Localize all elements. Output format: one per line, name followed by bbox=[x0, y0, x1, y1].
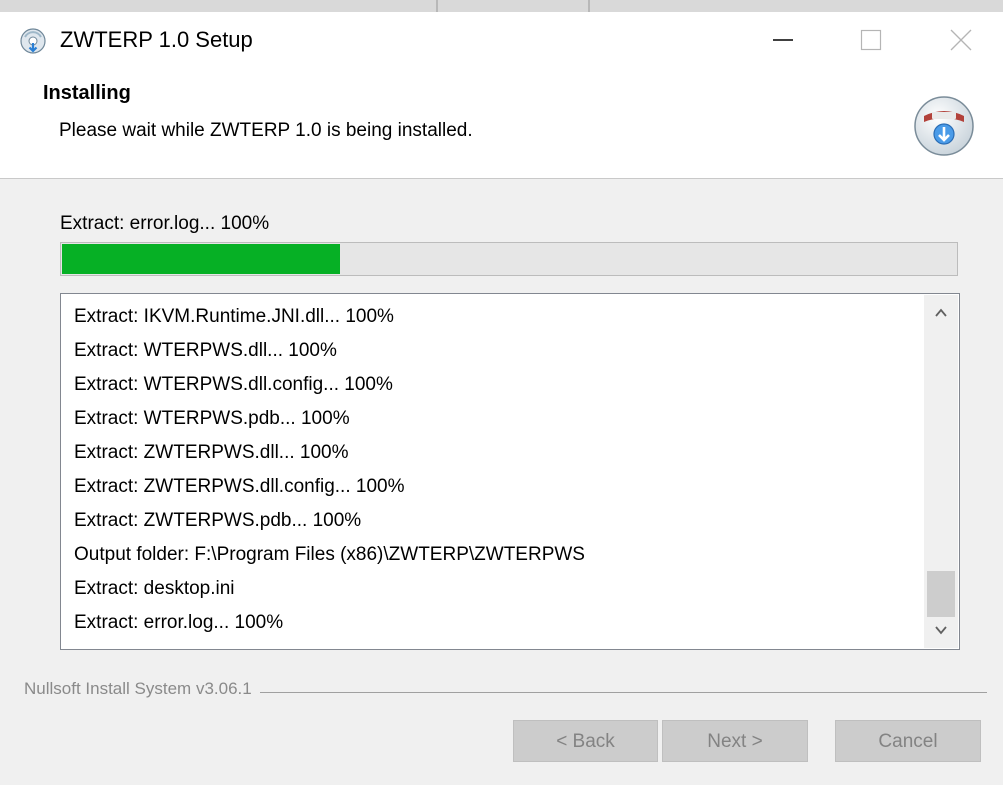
install-log-list: Extract: IKVM.Runtime.JNI.dll... 100% Ext… bbox=[74, 300, 585, 640]
close-icon bbox=[950, 29, 972, 51]
log-line: Extract: desktop.ini bbox=[74, 578, 235, 599]
progress-bar bbox=[60, 242, 958, 276]
next-button[interactable]: Next > bbox=[662, 720, 808, 762]
background-seam bbox=[588, 0, 590, 12]
setup-window: ZWTERP 1.0 Setup Installing Please wait … bbox=[0, 12, 1003, 785]
minimize-button[interactable] bbox=[743, 12, 823, 68]
page-header: Installing Please wait while ZWTERP 1.0 … bbox=[0, 68, 1003, 179]
log-line: Extract: ZWTERPWS.dll.config... 100% bbox=[74, 476, 405, 497]
scroll-thumb[interactable] bbox=[927, 571, 955, 617]
background-strip bbox=[0, 0, 1003, 12]
chevron-down-icon bbox=[935, 626, 947, 635]
chevron-up-icon bbox=[935, 308, 947, 317]
log-line: Output folder: F:\Program Files (x86)\ZW… bbox=[74, 544, 585, 565]
scroll-up-button[interactable] bbox=[924, 295, 958, 331]
log-line: Extract: ZWTERPWS.pdb... 100% bbox=[74, 510, 362, 531]
scroll-down-button[interactable] bbox=[924, 612, 958, 648]
log-line: Extract: ZWTERPWS.dll... 100% bbox=[74, 442, 349, 463]
log-line: Extract: WTERPWS.dll... 100% bbox=[74, 340, 337, 361]
install-log[interactable]: Extract: IKVM.Runtime.JNI.dll... 100% Ext… bbox=[60, 293, 960, 650]
minimize-icon bbox=[773, 39, 793, 41]
progress-bar-fill bbox=[62, 244, 340, 274]
log-line: Extract: error.log... 100% bbox=[74, 612, 284, 633]
maximize-icon bbox=[860, 29, 882, 51]
progress-status-text: Extract: error.log... 100% bbox=[60, 213, 270, 234]
window-title: ZWTERP 1.0 Setup bbox=[60, 27, 253, 52]
log-line: Extract: WTERPWS.dll.config... 100% bbox=[74, 374, 393, 395]
cancel-button[interactable]: Cancel bbox=[835, 720, 981, 762]
background-seam bbox=[436, 0, 438, 12]
title-bar[interactable]: ZWTERP 1.0 Setup bbox=[0, 12, 1003, 68]
log-line: Extract: WTERPWS.pdb... 100% bbox=[74, 408, 350, 429]
close-button[interactable] bbox=[921, 12, 1001, 68]
page-title: Installing bbox=[43, 82, 131, 104]
back-button[interactable]: < Back bbox=[513, 720, 658, 762]
log-line: Extract: IKVM.Runtime.JNI.dll... 100% bbox=[74, 306, 394, 327]
nsis-brand-label: Nullsoft Install System v3.06.1 bbox=[24, 679, 260, 699]
installer-disc-icon bbox=[20, 28, 46, 54]
page-subtitle: Please wait while ZWTERP 1.0 is being in… bbox=[59, 120, 473, 141]
log-scrollbar[interactable] bbox=[924, 295, 958, 648]
maximize-button[interactable] bbox=[831, 12, 911, 68]
nsis-installer-icon bbox=[914, 96, 974, 156]
